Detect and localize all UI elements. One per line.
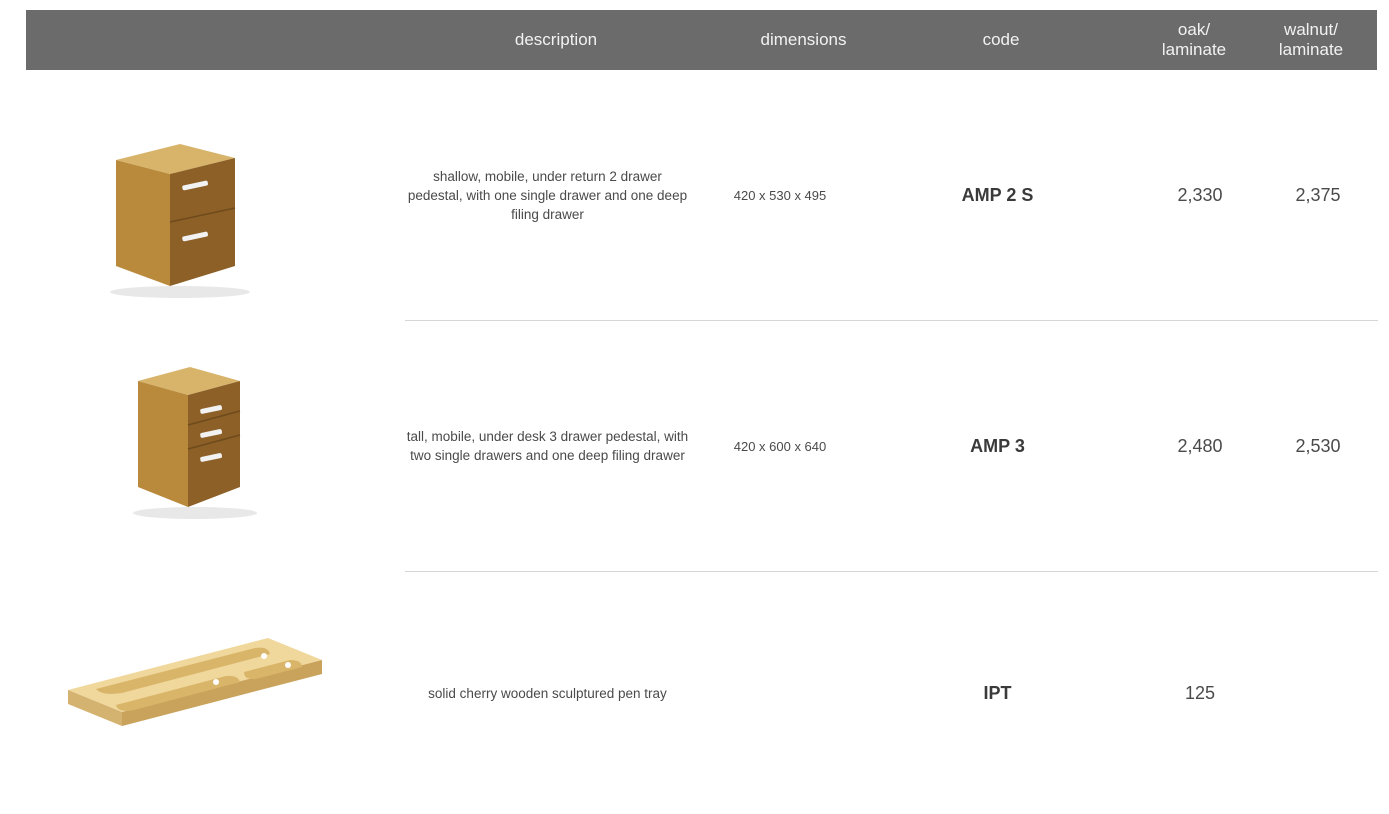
header-walnut-laminate: walnut/ laminate	[1278, 20, 1344, 59]
oak-price-cell: 2,480	[1177, 435, 1223, 456]
walnut-price-cell: 2,530	[1295, 435, 1341, 456]
dimensions-cell: 420 x 600 x 640	[733, 438, 827, 454]
code-cell: AMP 2 S	[961, 184, 1034, 205]
dimensions-cell	[700, 572, 860, 814]
table-row: shallow, mobile, under return 2 drawer p…	[0, 70, 1389, 320]
table-row: tall, mobile, under desk 3 drawer pedest…	[0, 321, 1389, 571]
table-row: solid cherry wooden sculptured pen tray …	[0, 572, 1389, 814]
table-header: description dimensions code oak/ laminat…	[26, 10, 1377, 70]
code-cell: AMP 3	[970, 435, 1025, 456]
pedestal-2-drawer-icon	[110, 144, 250, 298]
description-cell: solid cherry wooden sculptured pen tray	[428, 685, 667, 701]
dimensions-cell: 420 x 530 x 495	[733, 187, 827, 203]
code-cell: IPT	[983, 682, 1012, 703]
walnut-price-cell	[1268, 572, 1368, 814]
pedestal-3-drawer-icon	[133, 367, 257, 519]
header-description: description	[514, 30, 598, 49]
description-cell: shallow, mobile, under return 2 drawer p…	[407, 168, 688, 222]
oak-price-cell: 125	[1184, 682, 1216, 703]
header-code: code	[982, 30, 1020, 49]
walnut-price-cell: 2,375	[1295, 184, 1341, 205]
header-oak-laminate: oak/ laminate	[1161, 20, 1227, 59]
oak-price-cell: 2,330	[1177, 184, 1223, 205]
pen-tray-icon	[68, 638, 322, 726]
header-dimensions: dimensions	[760, 30, 847, 49]
description-cell: tall, mobile, under desk 3 drawer pedest…	[406, 429, 689, 463]
